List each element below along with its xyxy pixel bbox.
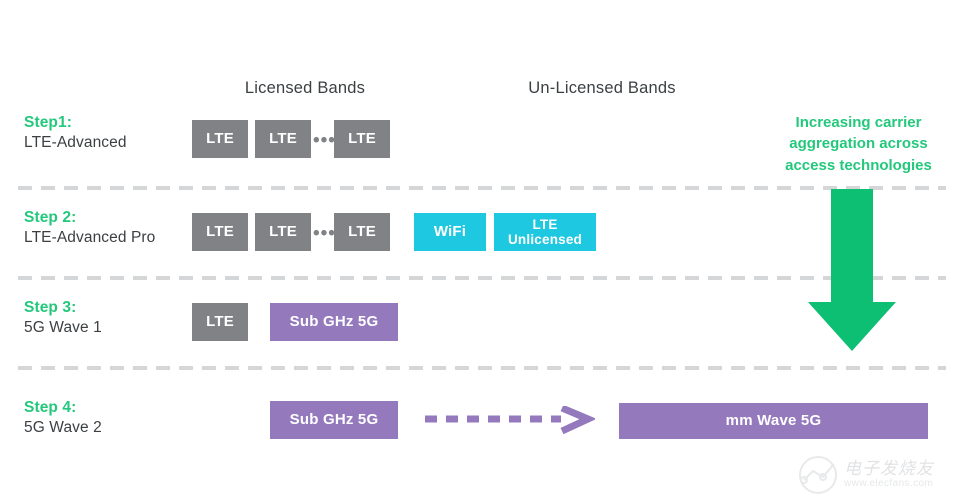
tech-box-sub-ghz-5g[interactable]: Sub GHz 5G bbox=[270, 401, 398, 439]
step-subtitle-1: LTE-Advanced bbox=[24, 134, 127, 152]
ellipsis-icon: ••• bbox=[313, 223, 336, 244]
step-title-4: Step 4: bbox=[24, 399, 77, 416]
callout-line-3: access technologies bbox=[785, 156, 932, 174]
tech-box-lte[interactable]: LTE bbox=[255, 213, 311, 251]
step-label-1: Step1: LTE-Advanced bbox=[24, 113, 194, 154]
step-title-1: Step1: bbox=[24, 114, 72, 131]
callout-line-2: aggregation across bbox=[789, 135, 928, 153]
step-label-2: Step 2: LTE-Advanced Pro bbox=[24, 208, 194, 249]
watermark-site-name: 电子发烧友 bbox=[844, 458, 934, 479]
tech-box-lte[interactable]: LTE bbox=[192, 303, 248, 341]
tech-box-lte-unlicensed-text: LTE Unlicensed bbox=[508, 217, 582, 247]
step-subtitle-2: LTE-Advanced Pro bbox=[24, 229, 156, 247]
down-arrow-icon bbox=[808, 189, 896, 351]
step-title-2: Step 2: bbox=[24, 209, 77, 226]
tech-box-lte[interactable]: LTE bbox=[334, 213, 390, 251]
tech-box-lte-unlicensed[interactable]: LTE Unlicensed bbox=[494, 213, 596, 251]
step-title-3: Step 3: bbox=[24, 299, 77, 316]
watermark: 电子发烧友 www.elecfans.com bbox=[796, 452, 964, 498]
watermark-url: www.elecfans.com bbox=[844, 478, 934, 490]
tech-box-lte[interactable]: LTE bbox=[192, 120, 248, 158]
lte-unlicensed-line-1: LTE bbox=[532, 216, 558, 232]
step-subtitle-4: 5G Wave 2 bbox=[24, 419, 102, 437]
diagram-canvas: Licensed Bands Un-Licensed Bands Step1: … bbox=[0, 0, 964, 500]
row-divider bbox=[18, 366, 946, 370]
column-header-licensed-bands: Licensed Bands bbox=[244, 79, 366, 97]
tech-box-wifi[interactable]: WiFi bbox=[414, 213, 486, 251]
callout-increasing-carrier-aggregation: Increasing carrier aggregation across ac… bbox=[756, 112, 961, 176]
tech-box-mm-wave-5g[interactable]: mm Wave 5G bbox=[619, 403, 928, 439]
watermark-logo-icon bbox=[799, 456, 837, 494]
ellipsis-icon: ••• bbox=[313, 130, 336, 151]
tech-box-lte[interactable]: LTE bbox=[255, 120, 311, 158]
tech-box-sub-ghz-5g[interactable]: Sub GHz 5G bbox=[270, 303, 398, 341]
column-header-unlicensed-bands: Un-Licensed Bands bbox=[528, 79, 676, 97]
tech-box-lte[interactable]: LTE bbox=[192, 213, 248, 251]
dashed-right-arrow-icon bbox=[425, 406, 595, 434]
step-subtitle-3: 5G Wave 1 bbox=[24, 319, 102, 337]
step-label-4: Step 4: 5G Wave 2 bbox=[24, 398, 194, 439]
tech-box-lte[interactable]: LTE bbox=[334, 120, 390, 158]
step-label-3: Step 3: 5G Wave 1 bbox=[24, 298, 194, 339]
callout-line-1: Increasing carrier bbox=[795, 114, 922, 131]
lte-unlicensed-line-2: Unlicensed bbox=[507, 232, 583, 247]
